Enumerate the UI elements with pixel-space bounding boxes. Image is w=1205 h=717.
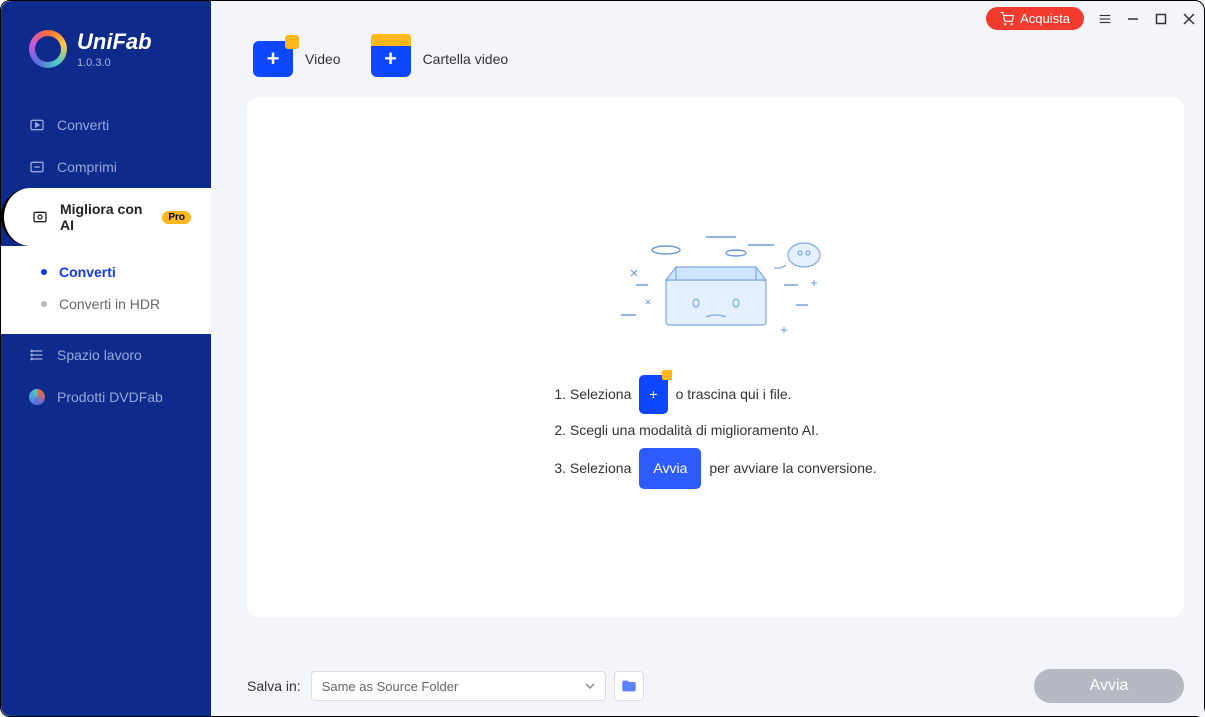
sidebar-item-migliora-ai[interactable]: Migliora con AI Pro [1, 188, 211, 246]
minimize-icon[interactable] [1126, 12, 1140, 26]
footer: Salva in: Same as Source Folder Avvia [211, 656, 1204, 716]
step1-post: o trascina qui i file. [676, 378, 792, 412]
step1-pre: 1. Seleziona [554, 378, 631, 412]
cart-icon [1000, 12, 1014, 26]
browse-folder-button[interactable] [614, 671, 644, 701]
instructions: 1. Seleziona + o trascina qui i file. 2.… [554, 375, 876, 490]
sidebar-item-spazio-lavoro[interactable]: Spazio lavoro [1, 334, 211, 376]
start-button[interactable]: Avvia [1034, 669, 1184, 703]
logo-icon [29, 30, 67, 68]
sidebar-item-comprimi[interactable]: Comprimi [1, 146, 211, 188]
bullet-icon [41, 301, 47, 307]
chevron-down-icon [585, 681, 595, 691]
bullet-icon [41, 269, 47, 275]
buy-button[interactable]: Acquista [986, 7, 1084, 30]
sidebar-item-label: Migliora con AI [60, 201, 146, 233]
add-folder-label: Cartella video [423, 51, 509, 67]
sidebar-item-label: Spazio lavoro [57, 347, 142, 363]
video-plus-icon: + [253, 41, 293, 77]
empty-box-illustration [586, 225, 846, 345]
main-area: + Video + Cartella video [211, 1, 1204, 716]
sidebar-item-label: Converti [57, 117, 109, 133]
dvdfab-icon [29, 389, 45, 405]
sidebar-subitem-label: Converti in HDR [59, 296, 160, 312]
step3-post: per avviare la conversione. [709, 452, 876, 486]
ai-icon [32, 209, 48, 225]
sidebar-subitems: Converti Converti in HDR [1, 246, 211, 334]
app-version: 1.0.3.0 [77, 57, 152, 69]
folder-icon [621, 678, 637, 694]
maximize-icon[interactable] [1154, 12, 1168, 26]
menu-icon[interactable] [1098, 12, 1112, 26]
sidebar-subitem-converti[interactable]: Converti [1, 256, 211, 288]
folder-plus-icon: + [371, 41, 411, 77]
add-video-label: Video [305, 51, 341, 67]
drop-card[interactable]: 1. Seleziona + o trascina qui i file. 2.… [247, 97, 1184, 617]
close-icon[interactable] [1182, 12, 1196, 26]
save-in-label: Salva in: [247, 678, 301, 694]
sidebar-subitem-converti-hdr[interactable]: Converti in HDR [1, 288, 211, 320]
app-name: UniFab [77, 29, 152, 55]
step3-pre: 3. Seleziona [554, 452, 631, 486]
mini-start-button[interactable]: Avvia [639, 448, 701, 490]
logo: UniFab 1.0.3.0 [1, 1, 211, 104]
sidebar: UniFab 1.0.3.0 Converti Comprimi Miglior… [1, 1, 211, 716]
sidebar-item-label: Comprimi [57, 159, 117, 175]
sidebar-item-label: Prodotti DVDFab [57, 389, 163, 405]
sidebar-item-converti[interactable]: Converti [1, 104, 211, 146]
sidebar-item-prodotti-dvdfab[interactable]: Prodotti DVDFab [1, 376, 211, 418]
mini-add-button[interactable]: + [639, 375, 667, 415]
workspace-icon [29, 347, 45, 363]
save-location-value: Same as Source Folder [322, 679, 459, 694]
save-location-select[interactable]: Same as Source Folder [311, 671, 606, 701]
play-icon [29, 117, 45, 133]
compress-icon [29, 159, 45, 175]
step2: 2. Scegli una modalità di miglioramento … [554, 414, 876, 448]
sidebar-subitem-label: Converti [59, 264, 116, 280]
buy-label: Acquista [1020, 11, 1070, 26]
add-video-button[interactable]: + Video [253, 41, 341, 77]
add-folder-button[interactable]: + Cartella video [371, 41, 509, 77]
pro-badge: Pro [162, 211, 191, 224]
